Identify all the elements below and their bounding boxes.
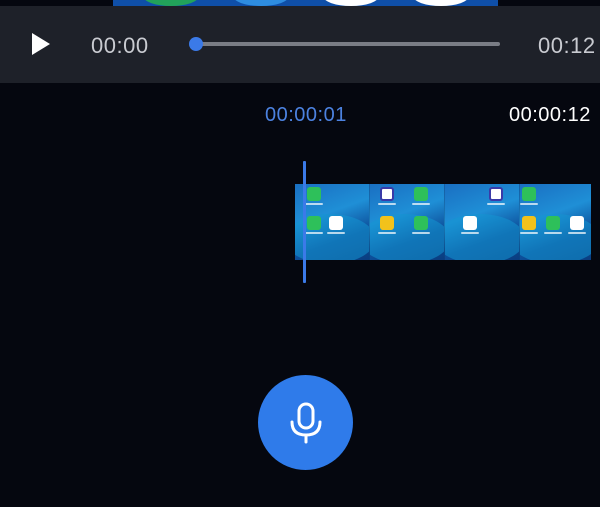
total-time: 00:12 (538, 33, 596, 58)
microphone-icon (290, 402, 322, 444)
timeline-end-time: 00:00:12 (509, 104, 591, 126)
current-time: 00:00 (91, 33, 149, 58)
seek-thumb[interactable] (189, 37, 203, 51)
video-frame-thumbnail (295, 184, 370, 260)
timeline-current-time: 00:00:01 (265, 104, 347, 126)
seek-bar[interactable] (189, 37, 500, 51)
video-frame-thumbnail (520, 184, 591, 260)
player-controls: 00:00 00:12 (0, 6, 600, 83)
timeline-playhead[interactable] (303, 161, 306, 283)
play-button[interactable] (28, 31, 54, 57)
video-voiceover-editor: 00:00 00:12 00:00:01 00:00:12 (0, 0, 600, 507)
play-icon (32, 33, 50, 55)
video-frame-thumbnail (370, 184, 445, 260)
video-frames-track[interactable] (295, 184, 591, 260)
video-frame-thumbnail (445, 184, 520, 260)
record-voice-button[interactable] (258, 375, 353, 470)
